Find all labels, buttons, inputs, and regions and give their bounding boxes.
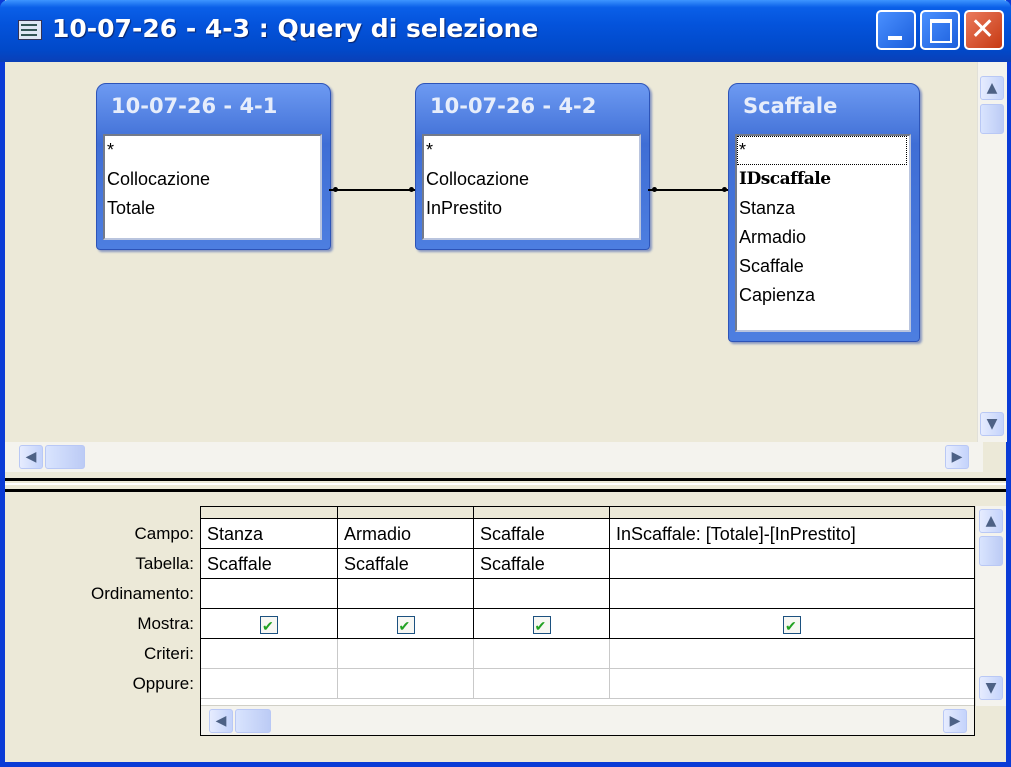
column-selector[interactable] [474,507,610,519]
table-title: Scaffale [743,94,838,118]
join-endpoint [652,187,657,192]
grid-horizontal-scrollbar[interactable]: ◀ ▶ [201,705,974,735]
table-box-4-2[interactable]: 10-07-26 - 4-2 * Collocazione InPrestito [415,83,650,250]
show-checkbox[interactable] [783,611,801,638]
grid-vertical-scrollbar[interactable]: ▲ ▼ [975,506,1006,706]
maximize-icon [930,19,952,43]
diagram-vertical-scrollbar[interactable]: ▲ ▼ [977,62,1007,442]
row-label-mostra: Mostra: [137,614,194,633]
field-item[interactable]: Collocazione [424,165,639,194]
field-item[interactable]: Collocazione [105,165,320,194]
close-button[interactable]: ✕ [964,10,1004,50]
join-line[interactable] [648,189,728,191]
table-title: 10-07-26 - 4-1 [111,94,278,118]
minimize-button[interactable] [876,10,916,50]
cell-campo[interactable]: Scaffale [474,519,610,549]
chevron-up-icon[interactable]: ▲ [979,509,1003,533]
chevron-right-icon[interactable]: ▶ [945,445,969,469]
row-label-criteri: Criteri: [143,644,194,663]
close-icon: ✕ [970,12,996,47]
query-icon[interactable] [18,20,42,40]
field-item[interactable]: Scaffale [737,252,909,281]
chevron-left-icon[interactable]: ◀ [209,709,233,733]
field-list[interactable]: * Collocazione InPrestito [422,134,641,240]
join-endpoint [333,187,338,192]
scroll-thumb[interactable] [980,104,1004,134]
field-item[interactable]: InPrestito [424,194,639,223]
scroll-thumb[interactable] [45,445,85,469]
cell-oppure[interactable] [338,669,474,699]
field-item[interactable]: Armadio [737,223,909,252]
chevron-right-icon[interactable]: ▶ [943,709,967,733]
show-checkbox[interactable] [396,611,415,638]
cell-oppure[interactable] [610,669,974,699]
cell-ordinamento[interactable] [474,579,610,609]
cell-mostra[interactable] [201,609,338,639]
show-checkbox[interactable] [260,611,278,638]
primary-key-field[interactable]: IDscaffale [737,165,909,194]
cell-ordinamento[interactable] [201,579,338,609]
cell-criteri[interactable] [474,639,610,669]
field-item[interactable]: * [737,136,907,165]
field-item[interactable]: Stanza [737,194,909,223]
row-label-tabella: Tabella: [135,554,194,573]
cell-tabella[interactable]: Scaffale [474,549,610,579]
cell-criteri[interactable] [338,639,474,669]
cell-ordinamento[interactable] [338,579,474,609]
field-item[interactable]: Totale [105,194,320,223]
cell-criteri[interactable] [610,639,974,669]
field-list[interactable]: * Collocazione Totale [103,134,322,240]
table-box-scaffale[interactable]: Scaffale * IDscaffale Stanza Armadio Sca… [728,83,920,342]
cell-oppure[interactable] [474,669,610,699]
field-item[interactable]: Capienza [737,281,909,310]
title-bar[interactable]: 10-07-26 - 4-3 : Query di selezione ✕ [0,0,1011,62]
window-title: 10-07-26 - 4-3 : Query di selezione [52,14,539,43]
chevron-down-icon[interactable]: ▼ [979,676,1003,700]
join-endpoint [722,187,727,192]
field-item[interactable]: * [105,136,320,165]
chevron-up-icon[interactable]: ▲ [980,76,1004,100]
query-window: 10-07-26 - 4-3 : Query di selezione ✕ 10… [0,0,1011,767]
cell-campo[interactable]: InScaffale: [Totale]-[InPrestito] [610,519,974,549]
table-box-4-1[interactable]: 10-07-26 - 4-1 * Collocazione Totale [96,83,331,250]
cell-tabella[interactable] [610,549,974,579]
design-grid-pane: Campo: Tabella: Ordinamento: Mostra: Cri… [5,492,1006,762]
cell-ordinamento[interactable] [610,579,974,609]
cell-campo[interactable]: Stanza [201,519,338,549]
cell-tabella[interactable]: Scaffale [201,549,338,579]
cell-oppure[interactable] [201,669,338,699]
column-selector[interactable] [201,507,338,519]
maximize-button[interactable] [920,10,960,50]
column-selector[interactable] [610,507,974,519]
pane-splitter[interactable] [5,478,1006,492]
join-line[interactable] [329,189,415,191]
row-label-ordinamento: Ordinamento: [91,584,194,603]
table-diagram-pane[interactable]: 10-07-26 - 4-1 * Collocazione Totale 10-… [5,62,983,442]
row-label-oppure: Oppure: [132,674,194,693]
minimize-icon [888,36,902,40]
cell-mostra[interactable] [338,609,474,639]
row-label-campo: Campo: [134,524,194,543]
column-selector[interactable] [338,507,474,519]
table-title: 10-07-26 - 4-2 [430,94,597,118]
scroll-thumb[interactable] [235,709,271,733]
query-design-grid[interactable]: Stanza Armadio Scaffale InScaffale: [Tot… [200,506,975,736]
chevron-left-icon[interactable]: ◀ [19,445,43,469]
cell-criteri[interactable] [201,639,338,669]
field-item[interactable]: * [424,136,639,165]
join-endpoint [409,187,414,192]
cell-mostra[interactable] [474,609,610,639]
cell-campo[interactable]: Armadio [338,519,474,549]
scroll-thumb[interactable] [979,536,1003,566]
cell-mostra[interactable] [610,609,974,639]
diagram-horizontal-scrollbar[interactable]: ◀ ▶ [5,442,983,472]
cell-tabella[interactable]: Scaffale [338,549,474,579]
chevron-down-icon[interactable]: ▼ [980,412,1004,436]
show-checkbox[interactable] [532,611,551,638]
field-list[interactable]: * IDscaffale Stanza Armadio Scaffale Cap… [735,134,911,332]
